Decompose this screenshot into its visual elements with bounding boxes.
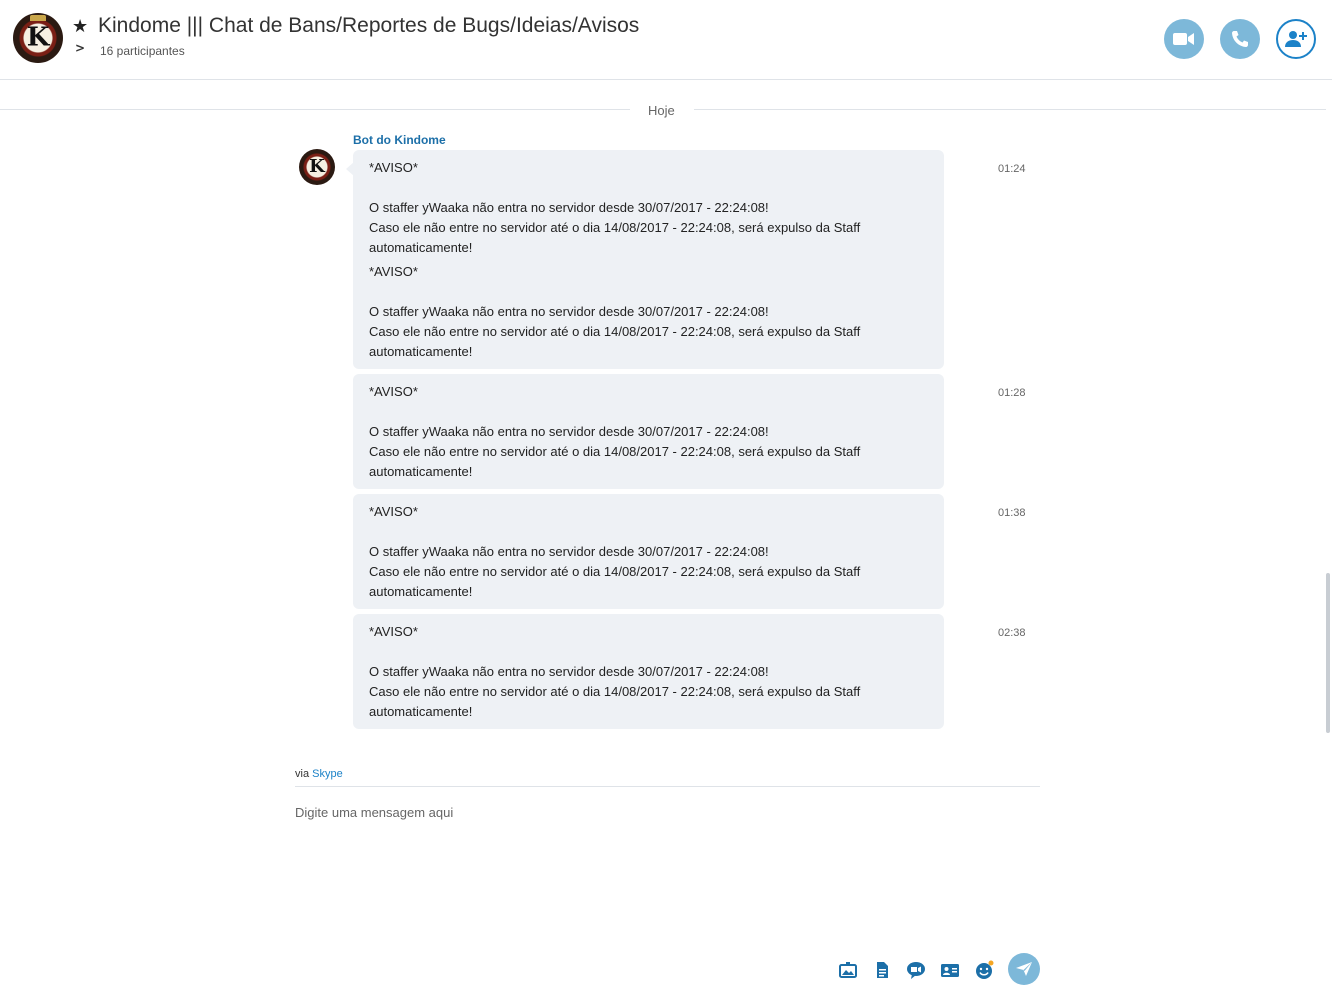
via-skype: via Skype [295, 768, 343, 780]
add-person-icon [1285, 31, 1307, 47]
video-message-icon [907, 962, 925, 979]
phone-call-icon [1232, 31, 1248, 47]
message-text: *AVISO* O staffer yWaaka não entra no se… [369, 160, 861, 255]
crown-icon [30, 15, 46, 21]
day-divider-line [694, 109, 1326, 110]
send-file-icon [877, 962, 888, 978]
message-input[interactable] [295, 805, 1035, 820]
via-skype-link[interactable]: Skype [312, 768, 343, 780]
emoticon-button[interactable] [974, 960, 994, 980]
emoticon-icon [976, 960, 994, 979]
participants-count[interactable]: 16 participantes [100, 44, 185, 58]
via-prefix: via [295, 768, 310, 780]
sender-name[interactable]: Bot do Kindome [353, 133, 446, 147]
send-contact-button[interactable] [940, 960, 960, 980]
add-participants-button[interactable] [1276, 19, 1316, 59]
conversation-title[interactable]: Kindome ||| Chat de Bans/Reportes de Bug… [98, 14, 639, 38]
day-divider-label: Hoje [648, 103, 675, 118]
compose-divider [295, 786, 1040, 787]
audio-call-button[interactable] [1220, 19, 1260, 59]
message-text: *AVISO* O staffer yWaaka não entra no se… [369, 624, 861, 719]
message-text: *AVISO* O staffer yWaaka não entra no se… [369, 384, 861, 479]
avatar-letter: K [26, 22, 50, 53]
send-icon [1016, 962, 1032, 976]
video-call-icon [1173, 33, 1194, 45]
message-bubble[interactable]: *AVISO* O staffer yWaaka não entra no se… [353, 614, 944, 729]
send-media-button[interactable] [838, 960, 858, 980]
sender-avatar[interactable]: K [299, 149, 335, 185]
send-contact-icon [941, 964, 959, 977]
send-media-icon [839, 962, 857, 978]
message-timestamp: 01:38 [998, 507, 1026, 519]
message-text: *AVISO* O staffer yWaaka não entra no se… [369, 264, 861, 359]
scrollbar-thumb[interactable] [1326, 573, 1330, 733]
message-timestamp: 02:38 [998, 627, 1026, 639]
video-call-button[interactable] [1164, 19, 1204, 59]
conversation-header: K ★ Kindome ||| Chat de Bans/Reportes de… [0, 0, 1332, 80]
message-bubble[interactable]: *AVISO* O staffer yWaaka não entra no se… [353, 374, 944, 489]
video-message-button[interactable] [906, 960, 926, 980]
send-button[interactable] [1008, 953, 1040, 985]
group-avatar[interactable]: K [13, 13, 63, 63]
message-timestamp: 01:24 [998, 163, 1026, 175]
star-icon[interactable]: ★ [72, 17, 88, 37]
message-text: *AVISO* O staffer yWaaka não entra no se… [369, 504, 861, 599]
day-divider-line [0, 109, 630, 110]
message-bubble[interactable]: *AVISO* O staffer yWaaka não entra no se… [346, 150, 944, 369]
avatar-letter: K [309, 156, 325, 178]
message-bubble[interactable]: *AVISO* O staffer yWaaka não entra no se… [353, 494, 944, 609]
message-timestamp: 01:28 [998, 387, 1026, 399]
send-file-button[interactable] [872, 960, 892, 980]
chevron-right-icon[interactable]: > [75, 41, 85, 55]
